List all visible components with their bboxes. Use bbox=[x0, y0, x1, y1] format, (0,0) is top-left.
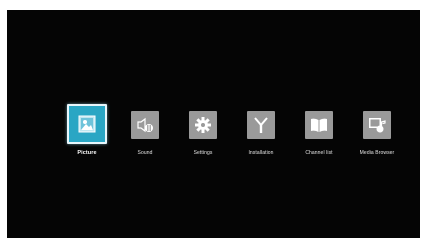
speaker-icon bbox=[137, 117, 153, 133]
menu-item-label: Media Browser bbox=[359, 150, 395, 156]
menu-item-label: Picture bbox=[77, 150, 97, 156]
settings-tile bbox=[189, 111, 217, 139]
menu-item-label: Installation bbox=[248, 150, 274, 156]
menu-item-label: Sound bbox=[137, 150, 153, 156]
tv-menu-screen: Picture Sound Settings Installation Chan… bbox=[7, 10, 420, 238]
sound-tile bbox=[131, 111, 159, 139]
menu-item-label: Settings bbox=[193, 150, 213, 156]
screen-frame: Picture Sound Settings Installation Chan… bbox=[0, 0, 427, 246]
installation-tile bbox=[247, 111, 275, 139]
menu-item-picture[interactable]: Picture bbox=[61, 104, 113, 166]
book-icon bbox=[311, 118, 327, 132]
menu-item-channel-list[interactable]: Channel list bbox=[293, 104, 345, 166]
menu-item-sound[interactable]: Sound bbox=[119, 104, 171, 166]
antenna-icon bbox=[254, 117, 268, 133]
menu-item-settings[interactable]: Settings bbox=[177, 104, 229, 166]
menu-item-label: Channel list bbox=[305, 150, 333, 156]
menu-item-installation[interactable]: Installation bbox=[235, 104, 287, 166]
menu-item-media-browser[interactable]: Media Browser bbox=[351, 104, 403, 166]
picture-icon bbox=[78, 115, 96, 133]
media-browser-tile bbox=[363, 111, 391, 139]
gear-icon bbox=[195, 117, 211, 133]
picture-tile bbox=[67, 104, 107, 144]
channel-list-tile bbox=[305, 111, 333, 139]
main-menu-bar: Picture Sound Settings Installation Chan… bbox=[47, 104, 402, 166]
media-browser-icon bbox=[369, 118, 386, 133]
